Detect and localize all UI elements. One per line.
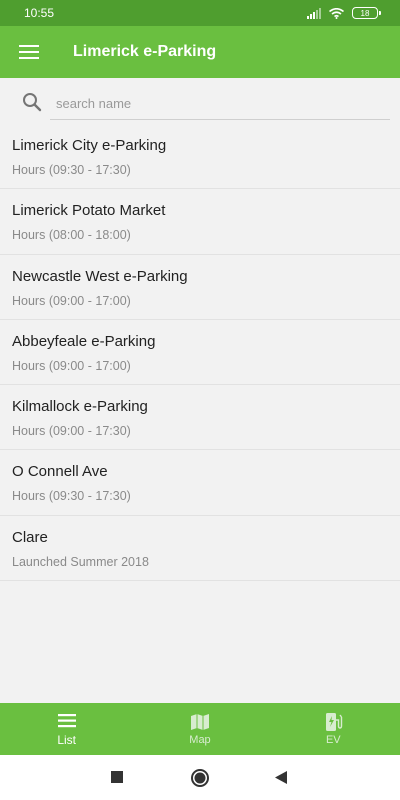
- nav-label: List: [57, 733, 76, 747]
- back-icon[interactable]: [275, 771, 288, 784]
- wifi-icon: [329, 7, 344, 19]
- search-input[interactable]: [50, 88, 390, 120]
- nav-tab-list[interactable]: List: [0, 703, 133, 755]
- ev-charger-icon: [326, 713, 343, 731]
- list-item[interactable]: Limerick Potato Market Hours (08:00 - 18…: [0, 189, 400, 255]
- list-item[interactable]: Abbeyfeale e-Parking Hours (09:00 - 17:0…: [0, 320, 400, 386]
- hamburger-menu-icon[interactable]: [0, 26, 58, 78]
- location-name: Clare: [12, 528, 48, 546]
- home-icon[interactable]: [190, 768, 210, 788]
- app-title: Limerick e-Parking: [73, 43, 217, 60]
- location-name: Abbeyfeale e-Parking: [12, 332, 156, 350]
- list-item[interactable]: Kilmallock e-Parking Hours (09:00 - 17:3…: [0, 385, 400, 451]
- battery-level: 18: [360, 8, 370, 18]
- map-icon: [190, 714, 209, 730]
- location-name: Limerick Potato Market: [12, 202, 166, 220]
- system-navigation-bar: [0, 755, 400, 800]
- status-time: 10:55: [24, 6, 55, 20]
- location-hours: Hours (09:00 - 17:00): [12, 358, 131, 373]
- nav-tab-ev[interactable]: EV: [267, 703, 400, 755]
- nav-label: EV: [325, 734, 341, 746]
- battery-icon: 18: [352, 7, 381, 19]
- location-hours: Hours (09:00 - 17:30): [12, 424, 131, 439]
- status-icons: 18: [307, 7, 381, 19]
- location-hours: Hours (09:30 - 17:30): [12, 489, 131, 504]
- search-bar: [0, 78, 400, 126]
- status-bar: 10:55 18: [0, 0, 400, 26]
- location-list: Limerick City e-Parking Hours (09:30 - 1…: [0, 124, 400, 582]
- app-bar: Limerick e-Parking: [0, 26, 400, 78]
- search-icon: [23, 93, 42, 112]
- list-item[interactable]: O Connell Ave Hours (09:30 - 17:30): [0, 450, 400, 516]
- location-hours: Hours (09:00 - 17:00): [12, 293, 131, 308]
- list-item[interactable]: Clare Launched Summer 2018: [0, 516, 400, 582]
- list-item[interactable]: Limerick City e-Parking Hours (09:30 - 1…: [0, 124, 400, 190]
- nav-tab-map[interactable]: Map: [133, 703, 266, 755]
- list-icon: [57, 714, 76, 728]
- location-name: Limerick City e-Parking: [12, 137, 167, 154]
- signal-icon: [307, 7, 321, 19]
- location-hours: Hours (09:30 - 17:30): [12, 163, 131, 177]
- location-name: Newcastle West e-Parking: [12, 267, 188, 285]
- location-name: O Connell Ave: [12, 463, 108, 481]
- recents-icon[interactable]: [111, 771, 123, 783]
- list-item[interactable]: Newcastle West e-Parking Hours (09:00 - …: [0, 255, 400, 320]
- location-hours: Hours (08:00 - 18:00): [12, 228, 131, 243]
- location-name: Kilmallock e-Parking: [12, 398, 148, 416]
- location-hours: Launched Summer 2018: [12, 554, 149, 569]
- nav-label: Map: [189, 734, 211, 746]
- bottom-navigation: List Map EV: [0, 703, 400, 755]
